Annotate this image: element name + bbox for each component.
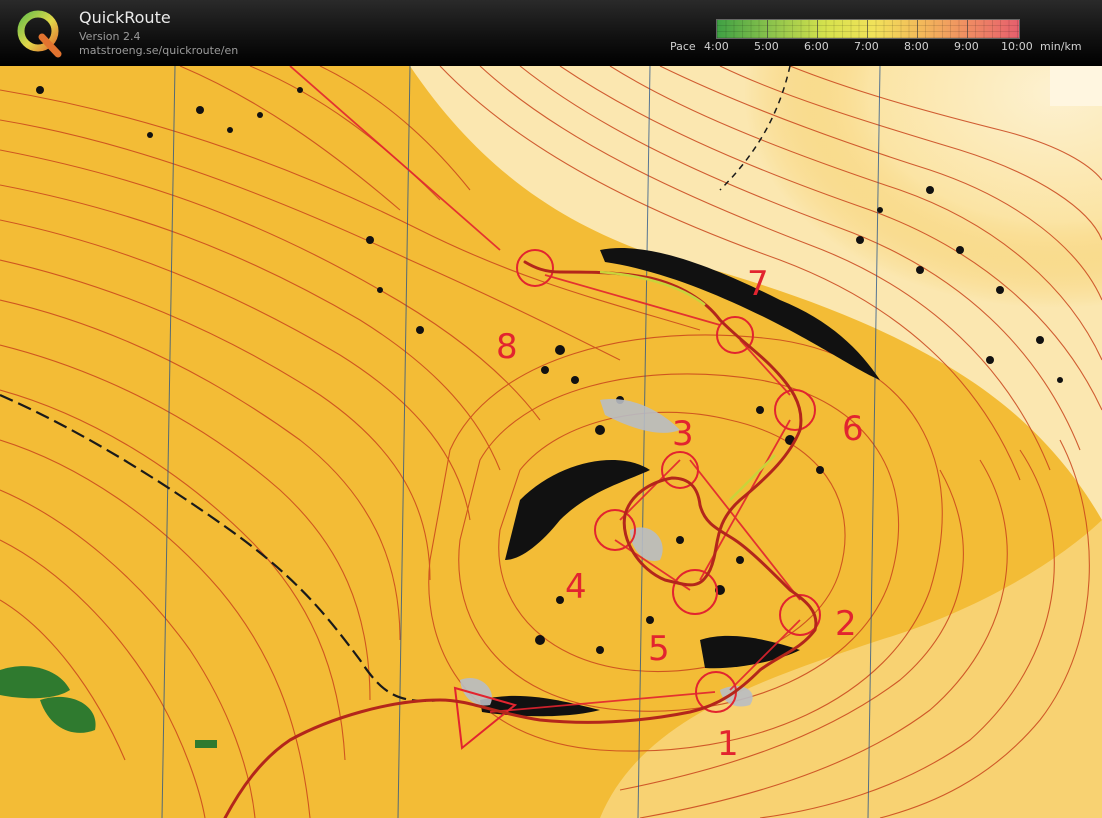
- pace-tick-label: 4:00: [704, 40, 729, 53]
- pace-tick-mark: [917, 20, 918, 38]
- pace-color-scale: [716, 19, 1020, 39]
- pace-grid: [717, 20, 1019, 38]
- pace-tick-mark: [867, 20, 868, 38]
- app-title: QuickRoute: [79, 8, 171, 27]
- header-bar: QuickRoute Version 2.4 matstroeng.se/qui…: [0, 0, 1102, 66]
- quickroute-logo-icon: [17, 10, 62, 58]
- control-number-2: 2: [835, 604, 857, 644]
- control-number-3: 3: [672, 414, 694, 454]
- pace-label: Pace: [670, 40, 696, 53]
- pace-tick-label: 7:00: [854, 40, 879, 53]
- pace-unit-label: min/km: [1040, 40, 1082, 53]
- pace-tick-label: 10:00: [1001, 40, 1033, 53]
- control-number-5: 5: [648, 629, 670, 669]
- app-url[interactable]: matstroeng.se/quickroute/en: [79, 44, 238, 57]
- control-number-6: 6: [842, 409, 864, 449]
- quickroute-window: QuickRoute Version 2.4 matstroeng.se/qui…: [0, 0, 1102, 818]
- pace-tick-label: 5:00: [754, 40, 779, 53]
- pace-tick-label: 8:00: [904, 40, 929, 53]
- control-number-4: 4: [565, 567, 587, 607]
- orienteering-map[interactable]: 1 2 3 4 5 6 7 8: [0, 66, 1102, 818]
- pace-tick-mark: [767, 20, 768, 38]
- white-paper-corner: [1050, 66, 1102, 106]
- pace-tick-mark: [817, 20, 818, 38]
- pace-tick-label: 6:00: [804, 40, 829, 53]
- app-version: Version 2.4: [79, 30, 141, 43]
- control-number-7: 7: [747, 264, 769, 304]
- control-number-1: 1: [717, 724, 739, 764]
- pace-tick-label: 9:00: [954, 40, 979, 53]
- control-number-8: 8: [496, 327, 518, 367]
- pace-tick-mark: [967, 20, 968, 38]
